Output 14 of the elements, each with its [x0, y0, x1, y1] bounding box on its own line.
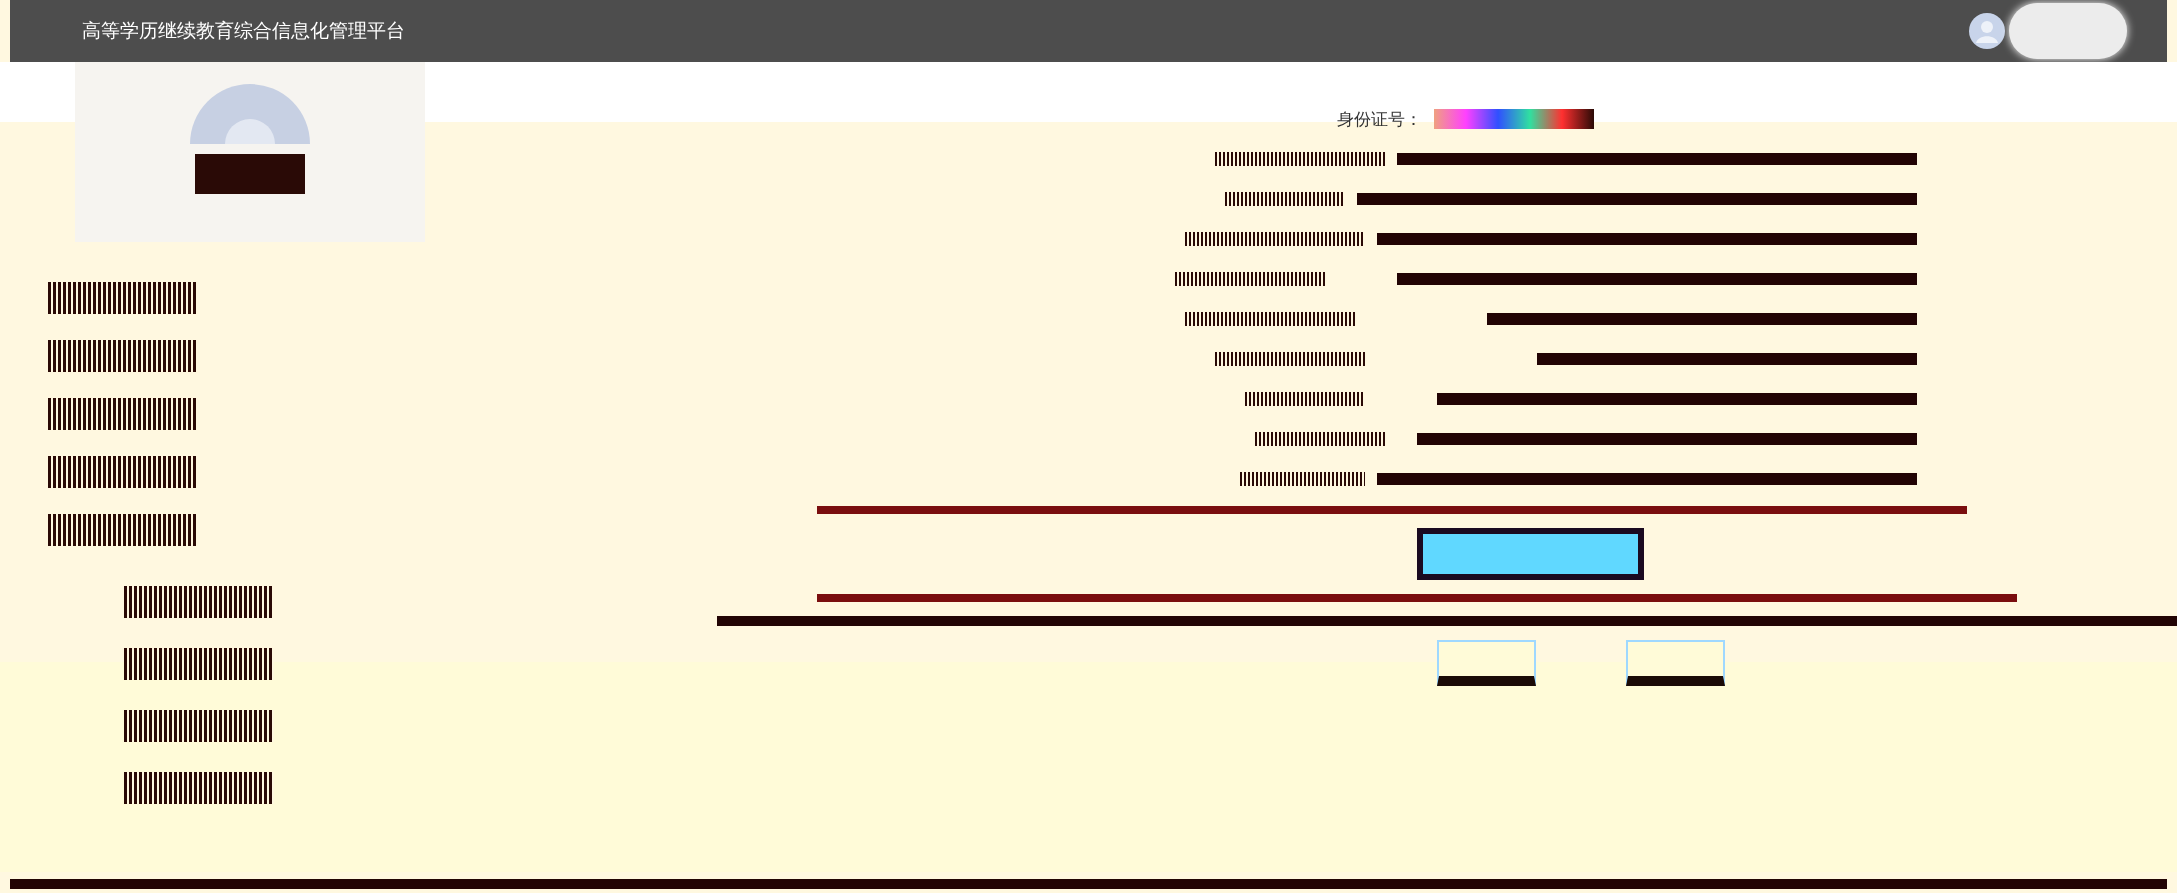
profile-avatar-icon [190, 84, 310, 144]
garbled-menu-item[interactable] [48, 282, 198, 314]
garbled-menu-item[interactable] [124, 648, 274, 680]
garbled-button[interactable] [1417, 528, 1644, 580]
user-avatar-icon[interactable] [1969, 13, 2005, 49]
garbled-menu-item[interactable] [48, 456, 198, 488]
garbled-menu-item[interactable] [48, 514, 198, 546]
id-number-label: 身份证号： [1337, 107, 1422, 131]
platform-title: 高等学历继续教育综合信息化管理平台 [82, 18, 405, 43]
garbled-menu-item[interactable] [124, 586, 274, 618]
garbled-menu-item[interactable] [48, 340, 198, 372]
garbled-menu-item[interactable] [124, 710, 274, 742]
garbled-menu-item[interactable] [124, 772, 274, 804]
garbled-menu-item[interactable] [48, 398, 198, 430]
